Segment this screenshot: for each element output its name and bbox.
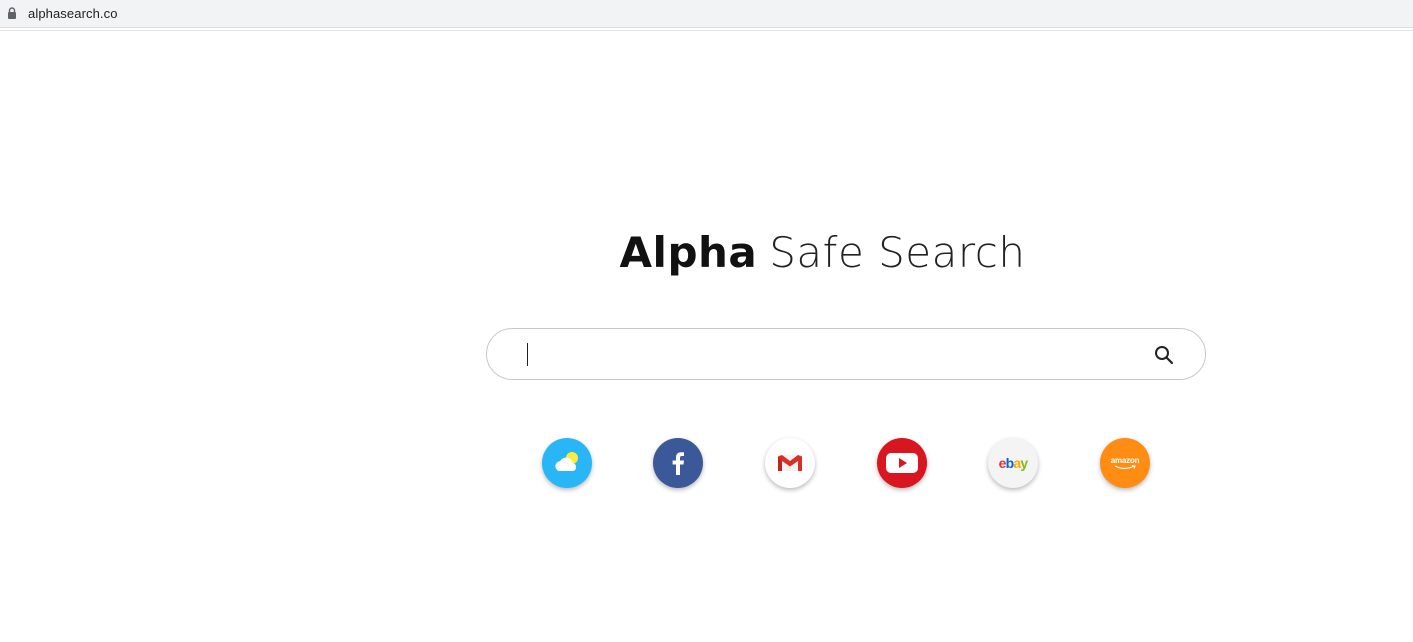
facebook-icon — [672, 452, 684, 475]
youtube-icon — [886, 453, 918, 473]
weather-icon — [555, 452, 578, 471]
shortcut-bar: ebay amazon — [0, 438, 1413, 498]
browser-address-bar[interactable]: alphasearch.co — [0, 0, 1413, 28]
shortcut-gmail[interactable] — [765, 438, 815, 488]
text-caret — [527, 343, 528, 366]
shortcut-amazon[interactable]: amazon — [1100, 438, 1150, 488]
lock-icon — [8, 7, 16, 19]
search-input[interactable] — [527, 337, 1127, 371]
shortcut-youtube[interactable] — [877, 438, 927, 488]
url-text[interactable]: alphasearch.co — [28, 6, 118, 21]
search-icon — [1155, 346, 1174, 365]
search-box[interactable] — [486, 328, 1206, 380]
gmail-icon — [778, 455, 802, 471]
amazon-smile-icon — [1114, 465, 1136, 470]
logo-light-text: Safe Search — [769, 228, 1026, 277]
divider — [0, 30, 1413, 31]
ebay-icon: ebay — [998, 455, 1029, 471]
shortcut-facebook[interactable] — [653, 438, 703, 488]
site-logo: Alpha Safe Search — [0, 228, 1413, 277]
amazon-icon: amazon — [1111, 456, 1139, 470]
shortcut-ebay[interactable]: ebay — [988, 438, 1038, 488]
search-button[interactable] — [1147, 339, 1181, 371]
shortcut-weather[interactable] — [542, 438, 592, 488]
logo-bold-text: Alpha — [619, 228, 758, 277]
